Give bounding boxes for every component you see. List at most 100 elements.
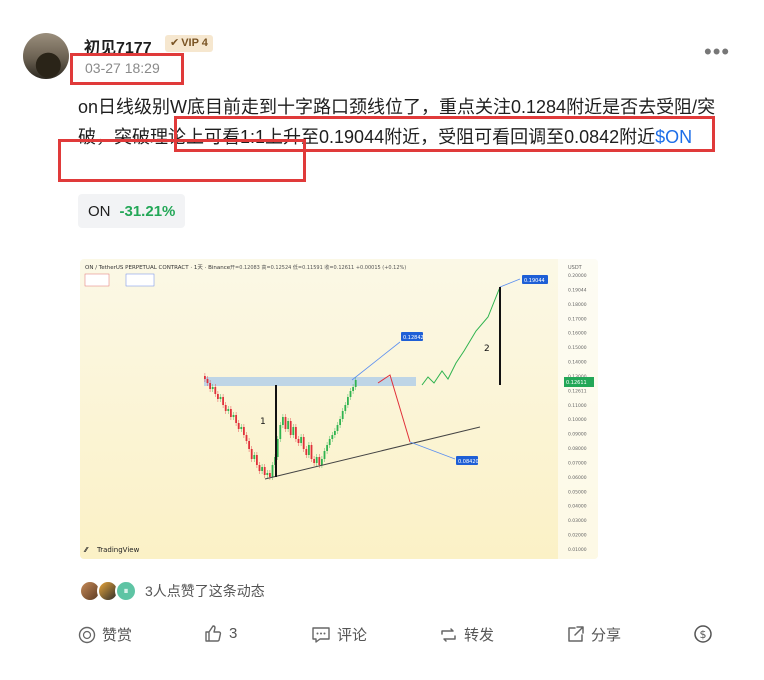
chart-image[interactable]: ON / TetherUS PERPETUAL CONTRACT · 1天 · … <box>80 259 598 559</box>
candle-body <box>204 376 206 379</box>
comment-button[interactable]: 评论 <box>311 624 367 645</box>
svg-text:$: $ <box>700 628 707 641</box>
candle-body <box>214 387 217 394</box>
leg1-label: 1 <box>260 417 266 427</box>
candle-body <box>224 405 227 411</box>
candle-body <box>336 425 339 431</box>
highlight-timestamp <box>70 53 184 85</box>
candle-body <box>302 437 305 449</box>
y-tick-label: 0.17000 <box>568 316 587 322</box>
y-tick-label: 0.04000 <box>568 504 587 510</box>
candle-body <box>261 467 263 471</box>
candle-body <box>253 455 256 459</box>
candle-body <box>266 473 269 475</box>
candle-body <box>282 417 284 425</box>
vip-badge-label: VIP 4 <box>181 37 208 49</box>
candle-body <box>211 387 214 389</box>
candle-body <box>206 379 209 383</box>
repost-button[interactable]: 转发 <box>439 624 494 645</box>
y-tick-label: 0.20000 <box>568 273 587 279</box>
tradingview-brand: TradingView <box>96 546 140 554</box>
comment-label: 评论 <box>337 627 368 644</box>
candle-body <box>248 441 250 449</box>
candle-body <box>349 391 352 397</box>
candle-body <box>289 421 292 435</box>
likes-text[interactable]: 3人点赞了这条动态 <box>145 581 265 601</box>
y-tick-label: 0.05000 <box>568 489 587 495</box>
candle-body <box>263 467 266 475</box>
y-tick-label: 0.16000 <box>568 331 587 337</box>
candle-body <box>227 409 230 411</box>
y-tick-label: 0.02000 <box>568 533 587 539</box>
y-tick-label: 0.15000 <box>568 345 587 351</box>
y-tick-label: 0.12611 <box>568 388 587 394</box>
y-tick-label: 0.11000 <box>568 403 587 409</box>
candle-body <box>243 427 245 435</box>
repost-label: 转发 <box>464 627 495 644</box>
liker-avatar[interactable]: ⏸ <box>115 580 137 602</box>
y-tick-label: 0.08000 <box>568 446 587 452</box>
candle-body <box>344 405 347 411</box>
ticker-change: -31.21% <box>119 202 176 220</box>
likes-row[interactable]: ⏸ 3人点赞了这条动态 <box>79 580 265 602</box>
candle-body <box>232 415 235 417</box>
y-tick-label: 0.01000 <box>568 547 587 553</box>
candle-body <box>318 457 321 465</box>
highlight-pullback-text <box>58 139 306 182</box>
candle-body <box>209 383 211 389</box>
repost-icon <box>441 627 456 642</box>
share-button[interactable]: 分享 <box>566 624 621 645</box>
dollar-circle-icon: $ <box>694 625 712 643</box>
candle-body <box>331 435 334 439</box>
candle-body <box>271 465 274 477</box>
candle-body <box>341 411 344 419</box>
candle-body <box>334 431 336 435</box>
y-tick-label: 0.18000 <box>568 302 587 308</box>
y-tick-label: 0.03000 <box>568 518 587 524</box>
chart-ohlc: 开=0.12083 高=0.12524 低=0.11591 收=0.12611 … <box>230 264 406 271</box>
y-tick-label: 0.09000 <box>568 432 587 438</box>
current-price-label: 0.12611 <box>566 380 587 386</box>
share-icon <box>568 626 584 642</box>
candle-body <box>287 421 289 429</box>
candle-body <box>354 380 357 387</box>
y-tick-label: 0.07000 <box>568 460 587 466</box>
like-count: 3 <box>229 625 238 642</box>
author-avatar[interactable] <box>23 33 69 79</box>
candle-body <box>250 449 253 459</box>
candle-body <box>347 397 349 405</box>
candle-body <box>258 465 261 471</box>
candle-body <box>308 445 310 455</box>
candle-body <box>321 459 323 465</box>
candle-body <box>328 439 331 445</box>
candle-body <box>279 425 282 439</box>
like-button[interactable]: 3 <box>204 624 237 643</box>
share-label: 分享 <box>591 627 622 644</box>
candle-body <box>313 459 315 463</box>
chart-background <box>80 259 598 559</box>
chart-title: ON / TetherUS PERPETUAL CONTRACT · 1天 · … <box>85 264 231 271</box>
candle-body <box>339 419 341 425</box>
candle-body <box>326 445 328 451</box>
currency-button[interactable]: $ <box>693 624 713 644</box>
candle-body <box>230 409 232 417</box>
candle-body <box>237 423 240 429</box>
candle-body <box>276 439 279 457</box>
tip-button[interactable]: 赞赏 <box>78 624 132 645</box>
ticker-symbol: ON <box>88 202 111 220</box>
y-tick-label: 0.06000 <box>568 475 587 481</box>
thumbs-up-icon <box>205 625 222 642</box>
ticker-chip[interactable]: ON -31.21% <box>78 194 186 228</box>
buy-box <box>125 273 155 287</box>
comment-icon <box>312 626 330 643</box>
candle-body <box>315 457 318 463</box>
sell-box <box>84 273 110 287</box>
candle-body <box>323 451 326 459</box>
y-tick-label: 0.10000 <box>568 417 587 423</box>
tip-label: 赞赏 <box>102 627 133 644</box>
more-dots-icon[interactable]: ••• <box>704 41 730 63</box>
vip-badge: ✔ VIP 4 <box>165 35 213 52</box>
leg2-label: 2 <box>484 344 490 354</box>
candle-body <box>240 427 243 429</box>
candle-body <box>256 455 258 465</box>
